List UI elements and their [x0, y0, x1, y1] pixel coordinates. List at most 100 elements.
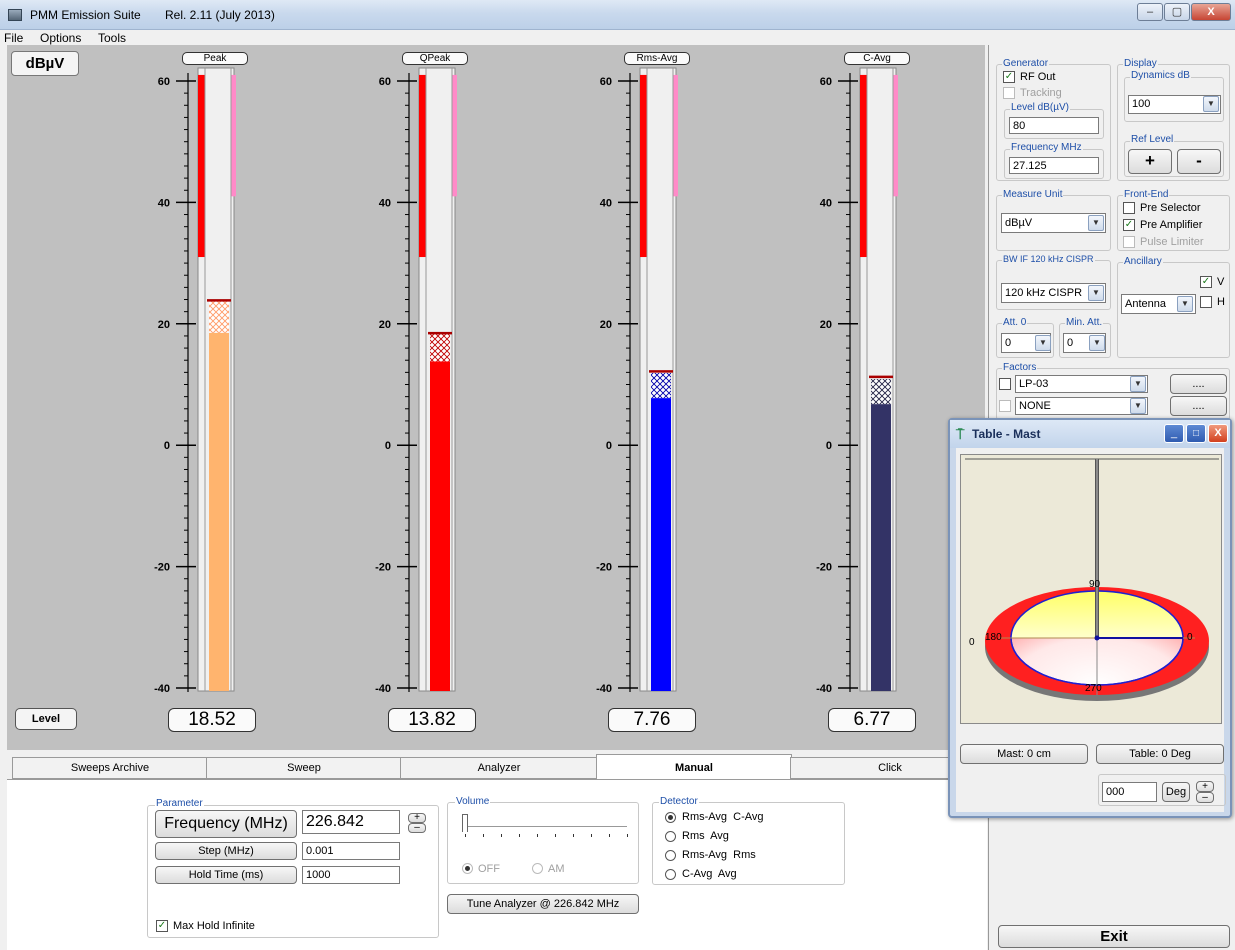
ref-level-minus-button[interactable]: - — [1177, 149, 1221, 174]
scale-tick-label: 60 — [379, 76, 391, 88]
ref-level-plus-button[interactable]: + — [1128, 149, 1172, 174]
factor-2-browse-button[interactable]: .... — [1170, 396, 1227, 416]
att-chevron-down-icon[interactable]: ▼ — [1035, 335, 1051, 351]
detector-radio-rms-avg-rms[interactable] — [665, 850, 676, 861]
factor-1-chevron-down-icon[interactable]: ▼ — [1130, 376, 1146, 392]
step-input[interactable]: 0.001 — [302, 842, 400, 860]
detector-radio-rms-avg[interactable] — [665, 831, 676, 842]
detector-radio-c-avg-avg[interactable] — [665, 869, 676, 880]
scale-tick-label: 20 — [600, 319, 612, 331]
table-angle-button[interactable]: Table: 0 Deg — [1096, 744, 1224, 764]
ref-level-label: Ref Level — [1130, 134, 1175, 145]
min-att-label: Min. Att. — [1065, 317, 1104, 328]
dynamics-label: Dynamics dB — [1130, 70, 1191, 81]
tab-sweep[interactable]: Sweep — [206, 757, 402, 779]
meter-hatch-qpeak — [430, 334, 450, 362]
factor-2-chevron-down-icon[interactable]: ▼ — [1130, 398, 1146, 414]
factors-label: Factors — [1002, 362, 1038, 373]
ancillary-v-checkbox[interactable]: ✓ — [1200, 276, 1212, 288]
bw-chevron-down-icon[interactable]: ▼ — [1088, 285, 1104, 301]
table-mast-title-bar: ⍑ Table - Mast _ □ X — [950, 420, 1230, 448]
maximize-window-button[interactable]: ▢ — [1164, 3, 1190, 21]
detector-label-rms-avg-rms: Rms-Avg Rms — [682, 849, 756, 861]
meter-label-c-avg: C-Avg — [844, 52, 910, 65]
hold-time-button[interactable]: Hold Time (ms) — [155, 866, 297, 884]
min-att-chevron-down-icon[interactable]: ▼ — [1089, 335, 1105, 351]
front-end-label: Front-End — [1123, 189, 1170, 200]
minimize-window-button[interactable]: – — [1137, 3, 1163, 21]
detector-group-label: Detector — [659, 796, 699, 807]
meter-fill-qpeak — [430, 361, 450, 691]
meter-limit-pink-c-avg — [893, 74, 898, 197]
ancillary-h-label: H — [1217, 296, 1225, 308]
detector-radio-rms-avg-c-avg[interactable] — [665, 812, 676, 823]
volume-off-label: OFF — [478, 863, 500, 875]
pulse-limiter-checkbox[interactable] — [1123, 236, 1135, 248]
factor-2-select[interactable]: NONE — [1015, 397, 1148, 415]
rf-out-checkbox[interactable]: ✓ — [1003, 71, 1015, 83]
max-hold-label: Max Hold Infinite — [173, 920, 255, 932]
scale-tick-label: 60 — [600, 76, 612, 88]
meter-value-qpeak: 13.82 — [388, 708, 476, 732]
popup-minimize-icon[interactable]: _ — [1164, 424, 1184, 443]
volume-am-radio[interactable] — [532, 863, 543, 874]
detector-label-rms-avg: Rms Avg — [682, 830, 729, 842]
pre-amplifier-checkbox[interactable]: ✓ — [1123, 219, 1135, 231]
turntable-canvas: 90 180 0 270 0 — [960, 454, 1222, 724]
volume-slider-thumb[interactable] — [462, 814, 468, 832]
gen-frequency-input[interactable]: 27.125 — [1009, 157, 1099, 174]
volume-am-label: AM — [548, 863, 565, 875]
factor-1-select[interactable]: LP-03 — [1015, 375, 1148, 393]
factor-2-checkbox[interactable] — [999, 400, 1011, 412]
frequency-button[interactable]: Frequency (MHz) — [155, 810, 297, 838]
scale-tick-label: 20 — [158, 319, 170, 331]
ancillary-h-checkbox[interactable] — [1200, 296, 1212, 308]
gen-level-label: Level dB(µV) — [1010, 102, 1071, 113]
popup-maximize-icon[interactable]: □ — [1186, 424, 1206, 443]
tracking-checkbox[interactable] — [1003, 87, 1015, 99]
meter-value-rms-avg: 7.76 — [608, 708, 696, 732]
exit-button[interactable]: Exit — [998, 925, 1230, 948]
deg-minus-button[interactable]: – — [1196, 792, 1214, 803]
ancillary-v-label: V — [1217, 276, 1225, 288]
tab-analyzer[interactable]: Analyzer — [400, 757, 598, 779]
ancillary-chevron-down-icon[interactable]: ▼ — [1177, 296, 1193, 312]
volume-slider-track[interactable] — [465, 826, 627, 827]
volume-off-radio[interactable] — [462, 863, 473, 874]
scale-tick-label: 40 — [820, 197, 832, 209]
factor-1-browse-button[interactable]: .... — [1170, 374, 1227, 394]
pre-selector-checkbox[interactable] — [1123, 202, 1135, 214]
hold-time-input[interactable]: 1000 — [302, 866, 400, 884]
gen-level-input[interactable]: 80 — [1009, 117, 1099, 134]
deg-input[interactable]: 000 — [1102, 782, 1157, 802]
scale-tick-label: 0 — [606, 440, 612, 452]
scale-tick-label: 0 — [826, 440, 832, 452]
scale-tick-label: -20 — [816, 562, 832, 574]
level-button[interactable]: Level — [15, 708, 77, 730]
close-window-button[interactable]: X — [1191, 3, 1231, 21]
generator-label: Generator — [1002, 58, 1050, 69]
meter-fill-peak — [209, 332, 229, 691]
frequency-input[interactable]: 226.842 — [302, 810, 400, 834]
pre-selector-label: Pre Selector — [1140, 202, 1201, 214]
popup-close-icon[interactable]: X — [1208, 424, 1228, 443]
tune-analyzer-button[interactable]: Tune Analyzer @ 226.842 MHz — [447, 894, 639, 914]
dynamics-chevron-down-icon[interactable]: ▼ — [1203, 96, 1219, 112]
max-hold-checkbox[interactable]: ✓ — [156, 920, 168, 932]
step-button[interactable]: Step (MHz) — [155, 842, 297, 860]
table-mast-body: 90 180 0 270 0 Mast: 0 cm Table: 0 Deg 0… — [956, 448, 1226, 812]
scale-tick-label: 20 — [820, 319, 832, 331]
measure-unit-chevron-down-icon[interactable]: ▼ — [1088, 215, 1104, 231]
frequency-minus-button[interactable]: – — [408, 823, 426, 833]
angle-label-180: 180 — [985, 632, 1002, 643]
tab-manual[interactable]: Manual — [596, 754, 792, 780]
mast-height-button[interactable]: Mast: 0 cm — [960, 744, 1088, 764]
deg-button[interactable]: Deg — [1162, 782, 1190, 802]
scale-tick-label: -20 — [596, 562, 612, 574]
bw-label: BW IF 120 kHz CISPR — [1002, 254, 1095, 264]
tab-sweeps-archive[interactable]: Sweeps Archive — [12, 757, 208, 779]
deg-plus-button[interactable]: + — [1196, 781, 1214, 792]
ancillary-label: Ancillary — [1123, 256, 1163, 267]
angle-label-90: 90 — [1089, 579, 1101, 590]
factor-1-checkbox[interactable] — [999, 378, 1011, 390]
